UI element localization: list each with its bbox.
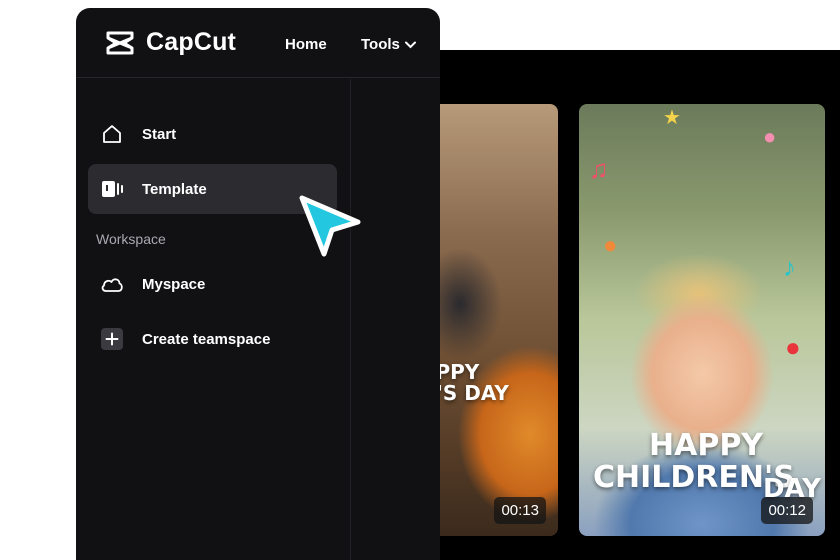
nav-home-link[interactable]: Home — [285, 36, 327, 53]
template-title: HAPPY CHILDREN'S DAY — [593, 428, 821, 504]
balloon-icon: ● — [785, 332, 801, 362]
sidebar-item-label: Start — [142, 125, 177, 143]
top-bar: CapCut Home Tools — [76, 8, 440, 78]
sidebar-item-label: Create teamspace — [142, 330, 271, 348]
mouse-cursor-icon — [299, 195, 361, 257]
cloud-icon — [100, 272, 124, 296]
template-title: APPY N'S DAY — [420, 360, 509, 405]
template-card[interactable]: APPY N'S DAY 00:13 — [420, 104, 558, 536]
sidebar-item-start[interactable]: Start — [88, 109, 337, 159]
template-icon — [100, 177, 124, 201]
template-card[interactable]: ★ ♫ ● ● ♪ ● HAPPY CHILDREN'S DAY 00:12 — [579, 104, 825, 536]
party-hat-icon: ★ — [663, 107, 681, 129]
section-label-workspace: Workspace — [96, 231, 166, 247]
sidebar-item-myspace[interactable]: Myspace — [88, 259, 337, 309]
nav-tools-label: Tools — [361, 36, 400, 53]
duration-badge: 00:12 — [761, 497, 813, 524]
sidebar-panel: CapCut Home Tools Start Template Workspa… — [76, 8, 440, 560]
cake-icon: ● — [763, 124, 777, 149]
sidebar-item-label: Myspace — [142, 275, 206, 293]
music-note-icon: ♪ — [783, 252, 796, 282]
sidebar-item-create-teamspace[interactable]: Create teamspace — [88, 314, 337, 364]
capcut-logo-icon — [106, 31, 134, 54]
panel-divider — [350, 79, 351, 560]
app-name: CapCut — [146, 28, 237, 56]
home-icon — [100, 122, 124, 146]
plus-icon — [100, 327, 124, 351]
logo[interactable]: CapCut — [104, 28, 236, 57]
duration-badge: 00:13 — [494, 497, 546, 524]
chevron-down-icon — [404, 41, 416, 48]
nav-tools-dropdown[interactable]: Tools — [361, 36, 416, 53]
sidebar-item-label: Template — [142, 180, 207, 198]
music-note-icon: ♫ — [589, 154, 609, 184]
balloon-icon: ● — [603, 232, 618, 259]
